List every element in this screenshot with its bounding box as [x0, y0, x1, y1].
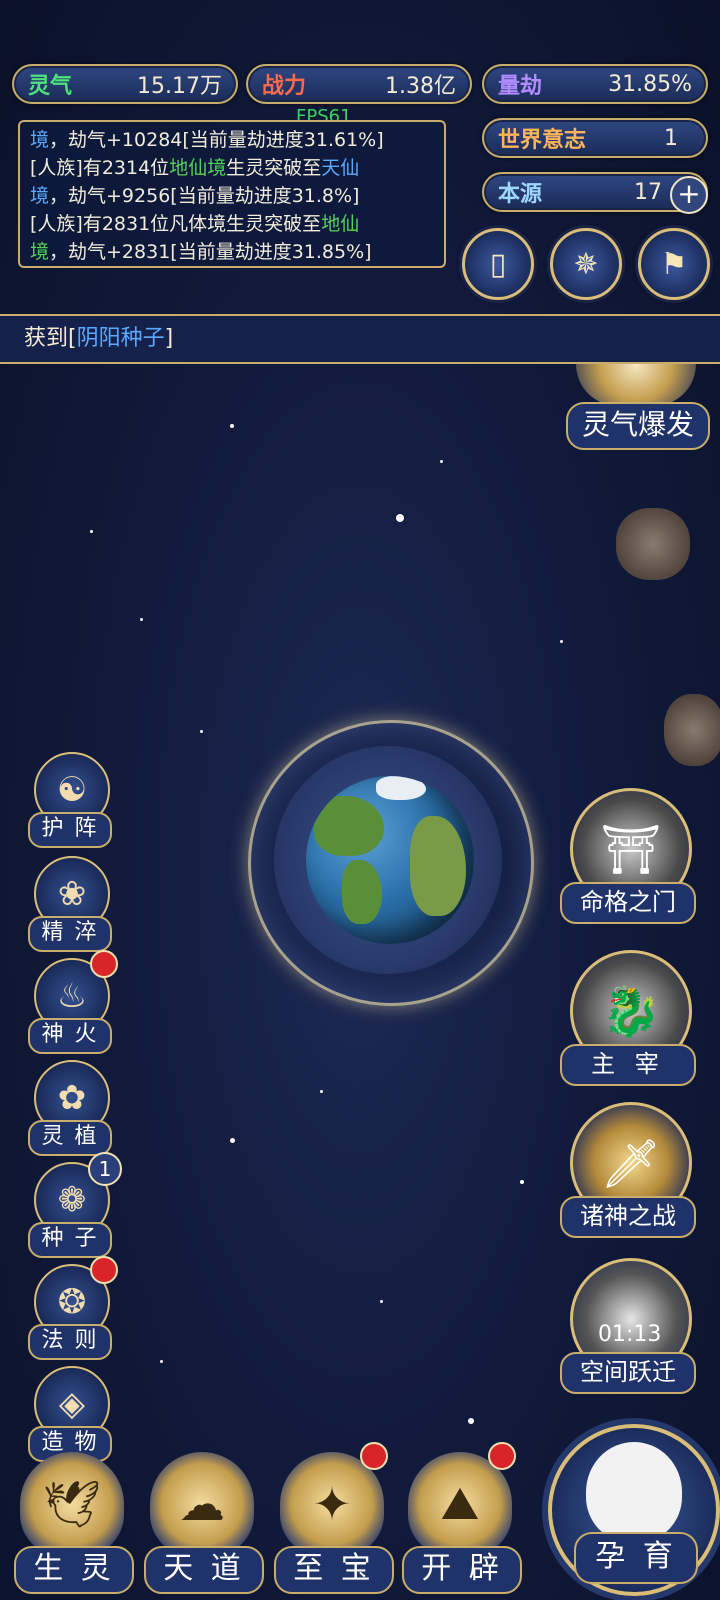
zhushen-war-button[interactable]: 🗡 诸神之战 — [560, 1102, 700, 1238]
continent — [410, 816, 466, 916]
notification-dot — [90, 950, 118, 978]
shengling-label: 生 灵 — [14, 1546, 134, 1594]
zhongzi-label: 种 子 — [28, 1222, 112, 1258]
mingge-label: 命格之门 — [560, 882, 696, 924]
bottom-btn-kaipi[interactable]: ⛰ 开 辟 — [398, 1442, 522, 1594]
log-line: 境，劫气+9256[当前量劫进度31.8%] — [30, 185, 360, 207]
star — [200, 730, 203, 733]
liangjie-stat[interactable]: 量劫 31.85% — [482, 64, 708, 104]
phoenix-icon: 🕊 — [20, 1452, 124, 1556]
left-btn-zaowu[interactable]: ◈ 造 物 — [28, 1366, 114, 1462]
notification-dot — [90, 1256, 118, 1284]
kongjian-label: 空间跃迁 — [560, 1352, 696, 1394]
zhuzai-label: 主 宰 — [560, 1044, 696, 1086]
yunyu-label: 孕 育 — [574, 1532, 698, 1584]
bottom-btn-shengling[interactable]: 🕊 生 灵 — [10, 1452, 134, 1594]
add-benyuan-button[interactable]: + — [670, 176, 708, 214]
embryo-icon — [586, 1442, 682, 1542]
event-log[interactable]: 境，劫气+10284[当前量劫进度31.61%] [人族]有2314位地仙境生灵… — [18, 120, 446, 268]
left-btn-jingcui[interactable]: ❀ 精 淬 — [28, 856, 114, 952]
cooldown-timer: 01:13 — [598, 1322, 662, 1347]
left-btn-lingzhi[interactable]: ✿ 灵 植 — [28, 1060, 114, 1156]
huzhen-label: 护 阵 — [28, 812, 112, 848]
lingqi-value: 15.17万 — [137, 74, 222, 99]
shijie-value: 1 — [664, 125, 678, 151]
burst-icon — [576, 364, 696, 406]
zhushen-label: 诸神之战 — [560, 1196, 696, 1238]
tiandao-label: 天 道 — [144, 1546, 264, 1594]
benyuan-value: 17 — [634, 179, 662, 205]
bottom-btn-tiandao[interactable]: ☁ 天 道 — [140, 1452, 264, 1594]
zhuzai-button[interactable]: 🐉 主 宰 — [560, 950, 700, 1086]
star — [468, 1418, 474, 1424]
notification-banner: 获到[阴阳种子] — [0, 314, 720, 364]
lingqi-label: 灵气 — [28, 74, 73, 99]
count-badge: 1 — [88, 1152, 122, 1186]
shijie-stat[interactable]: 世界意志 1 — [482, 118, 708, 158]
star — [140, 618, 143, 621]
space-jump-button[interactable]: 01:13 空间跃迁 — [560, 1258, 700, 1394]
left-btn-zhongzi[interactable]: ❁ 种 子 1 — [28, 1152, 122, 1258]
zhibao-label: 至 宝 — [274, 1546, 394, 1594]
star — [90, 530, 93, 533]
star — [160, 1360, 163, 1363]
shijie-label: 世界意志 — [498, 128, 587, 153]
star — [230, 424, 234, 428]
zhanli-value: 1.38亿 — [385, 74, 456, 99]
yunyu-button[interactable]: 孕 育 — [548, 1424, 720, 1596]
lingqi-stat[interactable]: 灵气 15.17万 — [12, 64, 238, 104]
bottom-btn-zhibao[interactable]: ✦ 至 宝 — [270, 1442, 394, 1594]
star — [440, 460, 443, 463]
notification-dot — [360, 1442, 388, 1470]
star — [520, 1180, 524, 1184]
benyuan-stat[interactable]: 本源 17 + — [482, 172, 708, 214]
asteroid[interactable] — [664, 694, 720, 766]
star — [320, 1090, 323, 1093]
lingzhi-label: 灵 植 — [28, 1120, 112, 1156]
log-line: [人族]有2831位凡体境生灵突破至地仙 — [30, 213, 360, 235]
left-btn-faze[interactable]: ❂ 法 则 — [28, 1256, 118, 1360]
card-icon[interactable]: ▯ — [462, 228, 534, 300]
benyuan-label: 本源 — [498, 182, 543, 207]
notification-dot — [488, 1442, 516, 1470]
faze-label: 法 则 — [28, 1324, 112, 1360]
banner-prefix: 获到[ — [24, 326, 77, 351]
burst-label: 灵气爆发 — [566, 402, 710, 450]
continent — [376, 776, 426, 800]
continent — [342, 860, 382, 924]
lingqi-burst-button[interactable]: 灵气爆发 — [566, 364, 710, 454]
flag-icon[interactable]: ⚑ — [638, 228, 710, 300]
planet-earth[interactable] — [306, 776, 474, 944]
vortex-icon[interactable]: ✵ — [550, 228, 622, 300]
mingge-door-button[interactable]: ⛩ 命格之门 — [560, 788, 700, 924]
asteroid[interactable] — [616, 508, 690, 580]
star — [560, 640, 563, 643]
banner-item-link[interactable]: 阴阳种子 — [77, 326, 165, 351]
log-line: 境，劫气+10284[当前量劫进度31.61%] — [30, 129, 384, 151]
zhanli-stat[interactable]: 战力 1.38亿 — [246, 64, 472, 104]
left-btn-shenhuo[interactable]: ♨ 神 火 — [28, 950, 118, 1054]
liangjie-value: 31.85% — [608, 71, 692, 97]
zhanli-label: 战力 — [262, 74, 307, 99]
continent — [314, 796, 384, 856]
cloud-icon: ☁ — [150, 1452, 254, 1556]
shenhuo-label: 神 火 — [28, 1018, 112, 1054]
left-btn-huzhen[interactable]: ☯ 护 阵 — [28, 752, 114, 848]
star — [396, 514, 404, 522]
jingcui-label: 精 淬 — [28, 916, 112, 952]
log-line: 境，劫气+2831[当前量劫进度31.85%] — [30, 241, 372, 263]
log-line: [人族]有2314位地仙境生灵突破至天仙 — [30, 157, 360, 179]
banner-suffix: ] — [164, 326, 174, 351]
liangjie-label: 量劫 — [498, 74, 543, 99]
kaipi-label: 开 辟 — [402, 1546, 522, 1594]
star — [230, 1138, 235, 1143]
star — [380, 1300, 383, 1303]
